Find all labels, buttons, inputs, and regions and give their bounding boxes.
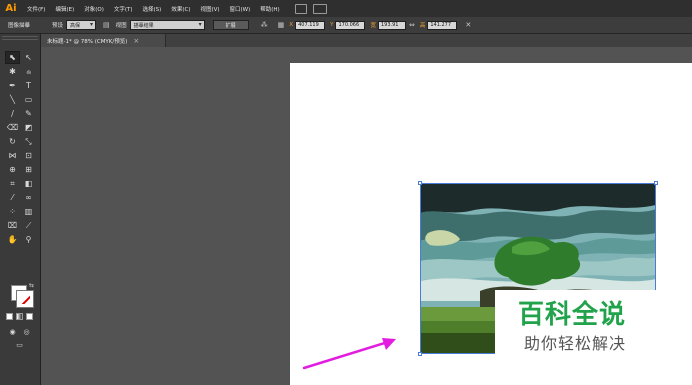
x-field[interactable]: 407.119 xyxy=(295,20,326,30)
menu-window[interactable]: 窗口(W) xyxy=(225,5,256,13)
perspective-grid-tool-icon[interactable]: ⊞ xyxy=(22,164,35,175)
view-value: 描摹结果 xyxy=(133,22,154,29)
column-graph-tool-icon[interactable]: ▥ xyxy=(22,206,35,217)
width-tool-icon[interactable]: ⋈ xyxy=(6,150,19,161)
scale-tool-icon[interactable]: ⤡ xyxy=(22,136,35,147)
free-transform-tool-icon[interactable]: ⊡ xyxy=(22,150,35,161)
eraser-tool-icon[interactable]: ◩ xyxy=(22,122,35,133)
draw-behind-icon[interactable]: ◎ xyxy=(20,327,33,338)
pen-tool-icon[interactable]: ✒ xyxy=(6,80,19,91)
gradient-mode-icon[interactable] xyxy=(16,313,23,320)
symbol-sprayer-tool-icon[interactable]: ⁘ xyxy=(6,206,19,217)
menu-view[interactable]: 视图(V) xyxy=(195,5,224,13)
watermark-badge: 百科全说 助你轻松解决 xyxy=(495,290,667,358)
artboard-tool-icon[interactable]: ⌧ xyxy=(6,220,19,231)
document-tab-title: 未标题-1* @ 78% (CMYK/预览) xyxy=(47,38,128,45)
y-field[interactable]: 170.066 xyxy=(335,20,366,30)
resize-handle-top-right[interactable] xyxy=(654,181,658,185)
blend-tool-icon[interactable]: ∞ xyxy=(22,192,35,203)
color-mode-icon[interactable] xyxy=(6,313,13,320)
panel-grip[interactable] xyxy=(2,36,38,40)
close-icon[interactable]: × xyxy=(133,37,139,45)
w-label: 宽 xyxy=(370,23,376,29)
watermark-title: 百科全说 xyxy=(518,300,627,330)
reference-point-icon[interactable]: ▦ xyxy=(278,21,285,29)
mesh-tool-icon[interactable]: ⌗ xyxy=(6,178,19,189)
preset-value: 高保 xyxy=(70,22,81,29)
screen-mode-icon[interactable]: ▭ xyxy=(13,340,26,351)
illustrator-logo: Ai xyxy=(5,3,17,14)
preset-label: 预设 xyxy=(52,23,64,29)
y-label: Y xyxy=(330,22,334,28)
none-mode-icon[interactable] xyxy=(26,313,33,320)
menu-bar: Ai 文件(F) 编辑(E) 对象(O) 文字(T) 选择(S) 效果(C) 视… xyxy=(0,0,692,17)
blob-brush-tool-icon[interactable]: ⌫ xyxy=(6,122,19,133)
watermark-subtitle: 助你轻松解决 xyxy=(524,334,627,353)
x-label: X xyxy=(289,22,294,28)
resize-handle-top-left[interactable] xyxy=(418,181,422,185)
document-tab[interactable]: 未标题-1* @ 78% (CMYK/预览) × xyxy=(41,34,166,47)
selection-tool-icon[interactable]: ⬉ xyxy=(5,51,20,64)
tab-strip xyxy=(166,34,692,47)
swap-fill-stroke-icon[interactable]: ⇆ xyxy=(29,282,34,289)
tools-panel: ⬉ ↖ ✱ ၐ ✒ T ╲ ▭ ∕ ✎ ⌫ ◩ ↻ ⤡ ⋈ ⊡ ⊕ ⊞ ⌗ ◧ … xyxy=(0,34,41,385)
menu-effect[interactable]: 效果(C) xyxy=(166,5,195,13)
menu-select[interactable]: 选择(S) xyxy=(138,5,167,13)
paintbrush-tool-icon[interactable]: ∕ xyxy=(6,108,19,119)
trace-panel-icon[interactable]: ▤ xyxy=(103,21,110,29)
h-field[interactable]: 141.277 xyxy=(427,20,458,30)
direct-selection-tool-icon[interactable]: ↖ xyxy=(22,52,35,63)
menu-help[interactable]: 帮助(H) xyxy=(255,5,284,13)
align-icon[interactable]: ⁂ xyxy=(261,21,268,29)
hand-tool-icon[interactable]: ✋ xyxy=(6,234,19,245)
menu-object[interactable]: 对象(O) xyxy=(79,5,109,13)
lasso-tool-icon[interactable]: ၐ xyxy=(22,66,35,77)
gradient-tool-icon[interactable]: ◧ xyxy=(22,178,35,189)
slice-tool-icon[interactable]: ⟋ xyxy=(22,220,35,231)
w-field[interactable]: 193.91 xyxy=(377,20,406,30)
zoom-tool-icon[interactable]: ⚲ xyxy=(22,234,35,245)
shape-builder-tool-icon[interactable]: ⊕ xyxy=(6,164,19,175)
expand-button[interactable]: 扩展 xyxy=(212,20,249,30)
rotate-tool-icon[interactable]: ↻ xyxy=(6,136,19,147)
constrain-proportions-icon[interactable]: ⇔ xyxy=(409,21,415,29)
resize-handle-bottom-left[interactable] xyxy=(418,352,422,356)
draw-mode-icon[interactable]: ◉ xyxy=(6,327,19,338)
type-tool-icon[interactable]: T xyxy=(22,80,35,91)
preset-select[interactable]: 高保 xyxy=(66,20,97,30)
magic-wand-tool-icon[interactable]: ✱ xyxy=(6,66,19,77)
annotation-arrow xyxy=(302,338,396,370)
pencil-tool-icon[interactable]: ✎ xyxy=(22,108,35,119)
view-label: 视图 xyxy=(115,23,127,29)
h-label: 高 xyxy=(419,23,426,29)
menu-edit[interactable]: 编辑(E) xyxy=(50,5,79,13)
eyedropper-tool-icon[interactable]: ⁄ xyxy=(6,192,19,203)
transform-options-icon[interactable]: ✕ xyxy=(465,21,471,29)
stroke-color-swatch[interactable] xyxy=(16,290,34,308)
menu-file[interactable]: 文件(F) xyxy=(22,5,50,13)
control-bar: 图像描摹 预设 高保 ▤ 视图 描摹结果 扩展 ⁂ ▦ X 407.119 Y … xyxy=(0,17,692,34)
line-tool-icon[interactable]: ╲ xyxy=(6,94,19,105)
menu-type[interactable]: 文字(T) xyxy=(109,5,138,13)
image-trace-title: 图像描摹 xyxy=(8,23,31,29)
bridge-icon[interactable] xyxy=(294,3,307,14)
arrange-documents-icon[interactable] xyxy=(312,3,327,14)
view-select[interactable]: 描摹结果 xyxy=(129,20,205,30)
rectangle-tool-icon[interactable]: ▭ xyxy=(22,94,35,105)
